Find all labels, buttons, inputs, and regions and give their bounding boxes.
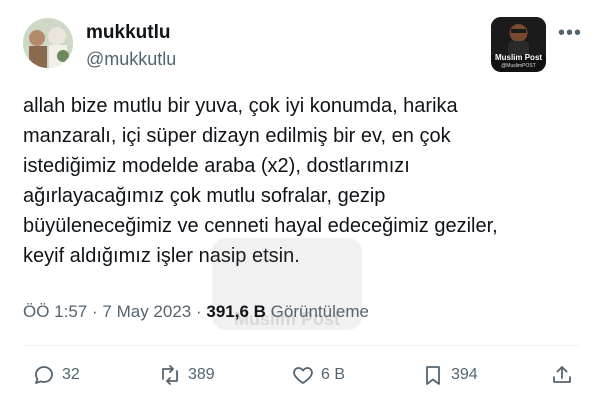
share-icon	[553, 366, 571, 383]
more-options-icon[interactable]: •••	[558, 22, 582, 45]
divider	[23, 345, 579, 346]
views-count: 391,6 B	[206, 302, 266, 321]
badge-title: Muslim Post	[494, 53, 543, 62]
repost-icon	[162, 365, 178, 385]
repost-count: 389	[188, 366, 215, 383]
author-handle[interactable]: @mukkutlu	[86, 49, 176, 70]
tweet-meta: ÖÖ 1:57 · 7 May 2023 · 391,6 B Görüntüle…	[23, 302, 369, 322]
reply-count: 32	[62, 366, 80, 383]
heart-icon	[293, 367, 313, 384]
badge-subtitle: @MuslimPOST	[501, 63, 536, 69]
muslim-post-logo: Muslim Post @MuslimPOST	[491, 17, 546, 72]
bookmark-icon	[426, 366, 440, 385]
like-button[interactable]: 6 B	[291, 360, 345, 390]
repost-button[interactable]: 389	[158, 360, 215, 390]
tweet-text: allah bize mutlu bir yuva, çok iyi konum…	[23, 95, 498, 267]
author-display-name[interactable]: mukkutlu	[86, 22, 170, 44]
tweet-date[interactable]: 7 May 2023	[102, 302, 191, 321]
person-avatar-icon	[491, 17, 546, 55]
share-button[interactable]	[550, 360, 574, 390]
meta-separator-2: ·	[195, 302, 202, 321]
avatar[interactable]	[23, 18, 73, 68]
meta-separator: ·	[92, 302, 98, 321]
tweet-time[interactable]: ÖÖ 1:57	[23, 302, 87, 321]
bookmark-button[interactable]: 394	[421, 360, 478, 390]
bookmark-count: 394	[451, 366, 478, 383]
like-count: 6 B	[321, 366, 346, 383]
reply-button[interactable]: 32	[32, 360, 80, 390]
reply-icon	[35, 366, 53, 384]
views-label: Görüntüleme	[270, 302, 369, 321]
action-bar: 32 389 6 B 394	[0, 360, 602, 390]
